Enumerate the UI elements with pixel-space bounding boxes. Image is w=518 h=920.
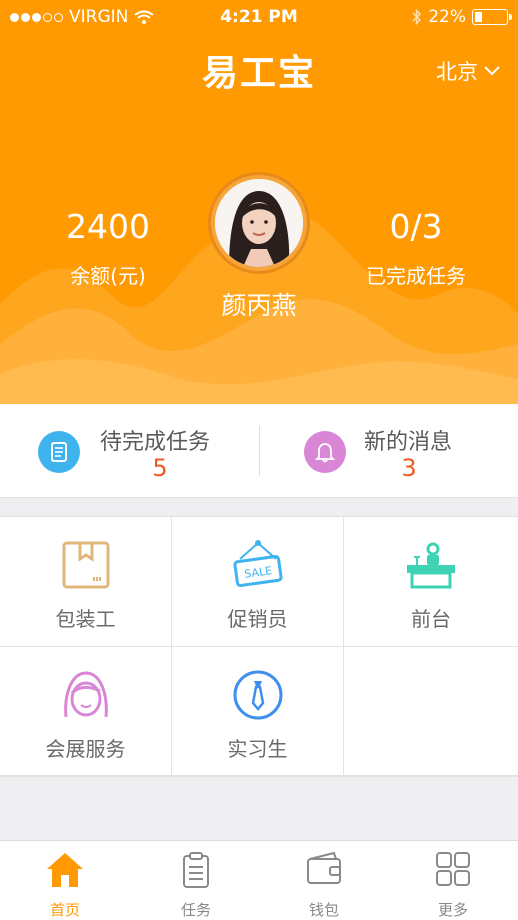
tab-wallet[interactable]: 钱包 (284, 851, 364, 920)
clipboard-icon (183, 852, 209, 888)
hostess-face-icon (63, 671, 108, 718)
divider (259, 426, 260, 476)
user-name: 颜丙燕 (221, 291, 297, 320)
front-desk-icon (407, 542, 455, 589)
tab-home[interactable]: 首页 (25, 851, 105, 920)
tasks-done-stat[interactable]: 0/3 已完成任务 (350, 207, 482, 289)
tab-label: 首页 (49, 901, 80, 919)
profile-header: VIRGIN 4:21 PM 22% 易工宝 北京 2400 余额(元) 0/3… (0, 0, 518, 404)
category-packer[interactable]: 包装工 (0, 517, 172, 647)
tab-more[interactable]: 更多 (413, 851, 493, 920)
scroll-icon (38, 431, 80, 473)
pending-tasks-label: 待完成任务 (100, 430, 211, 455)
new-messages-count: 3 (401, 454, 417, 482)
svg-text:SALE: SALE (243, 564, 272, 581)
category-label: 包装工 (55, 607, 116, 631)
job-category-grid: 包装工 SALE 促销员 前台 会展服务 实习生 (0, 516, 518, 777)
battery-icon (472, 9, 512, 25)
city-label: 北京 (436, 60, 478, 84)
tasks-done-label: 已完成任务 (366, 264, 466, 288)
battery-percent: 22% (428, 7, 466, 27)
pending-tasks-count: 5 (152, 454, 168, 482)
wallet-icon (307, 851, 341, 884)
tab-label: 更多 (437, 901, 468, 919)
grid-more-icon (436, 852, 470, 886)
category-intern[interactable]: 实习生 (172, 647, 344, 777)
tab-label: 任务 (180, 901, 211, 919)
home-icon (47, 853, 83, 887)
category-promoter[interactable]: SALE 促销员 (172, 517, 344, 647)
tie-icon (233, 670, 282, 720)
empty-cell (344, 647, 518, 777)
user-photo (215, 179, 303, 267)
category-label: 会展服务 (45, 737, 126, 761)
new-messages[interactable]: 新的消息 3 (304, 404, 504, 498)
tab-label: 钱包 (308, 901, 339, 919)
pending-tasks[interactable]: 待完成任务 5 (38, 404, 238, 498)
category-label: 前台 (411, 607, 451, 631)
bluetooth-icon (412, 9, 422, 25)
tab-tasks[interactable]: 任务 (156, 851, 236, 920)
category-front-desk[interactable]: 前台 (344, 517, 518, 647)
category-exhibition[interactable]: 会展服务 (0, 647, 172, 777)
balance-value: 2400 (66, 207, 150, 246)
balance-label: 余额(元) (70, 264, 146, 288)
sale-sign-icon: SALE (232, 540, 283, 588)
category-label: 实习生 (227, 737, 288, 761)
city-selector[interactable]: 北京 (436, 56, 500, 86)
chevron-down-icon (484, 66, 500, 76)
new-messages-label: 新的消息 (364, 430, 453, 455)
bell-icon (304, 431, 346, 473)
bottom-tab-bar: 首页 任务 钱包 更多 (0, 840, 518, 920)
package-box-icon (62, 541, 109, 589)
tasks-done-value: 0/3 (389, 207, 443, 246)
status-bar: VIRGIN 4:21 PM 22% (0, 0, 518, 34)
info-bar: 待完成任务 5 新的消息 3 (0, 404, 518, 498)
category-label: 促销员 (227, 607, 288, 631)
balance-stat[interactable]: 2400 余额(元) (48, 207, 168, 289)
avatar[interactable] (208, 172, 310, 274)
